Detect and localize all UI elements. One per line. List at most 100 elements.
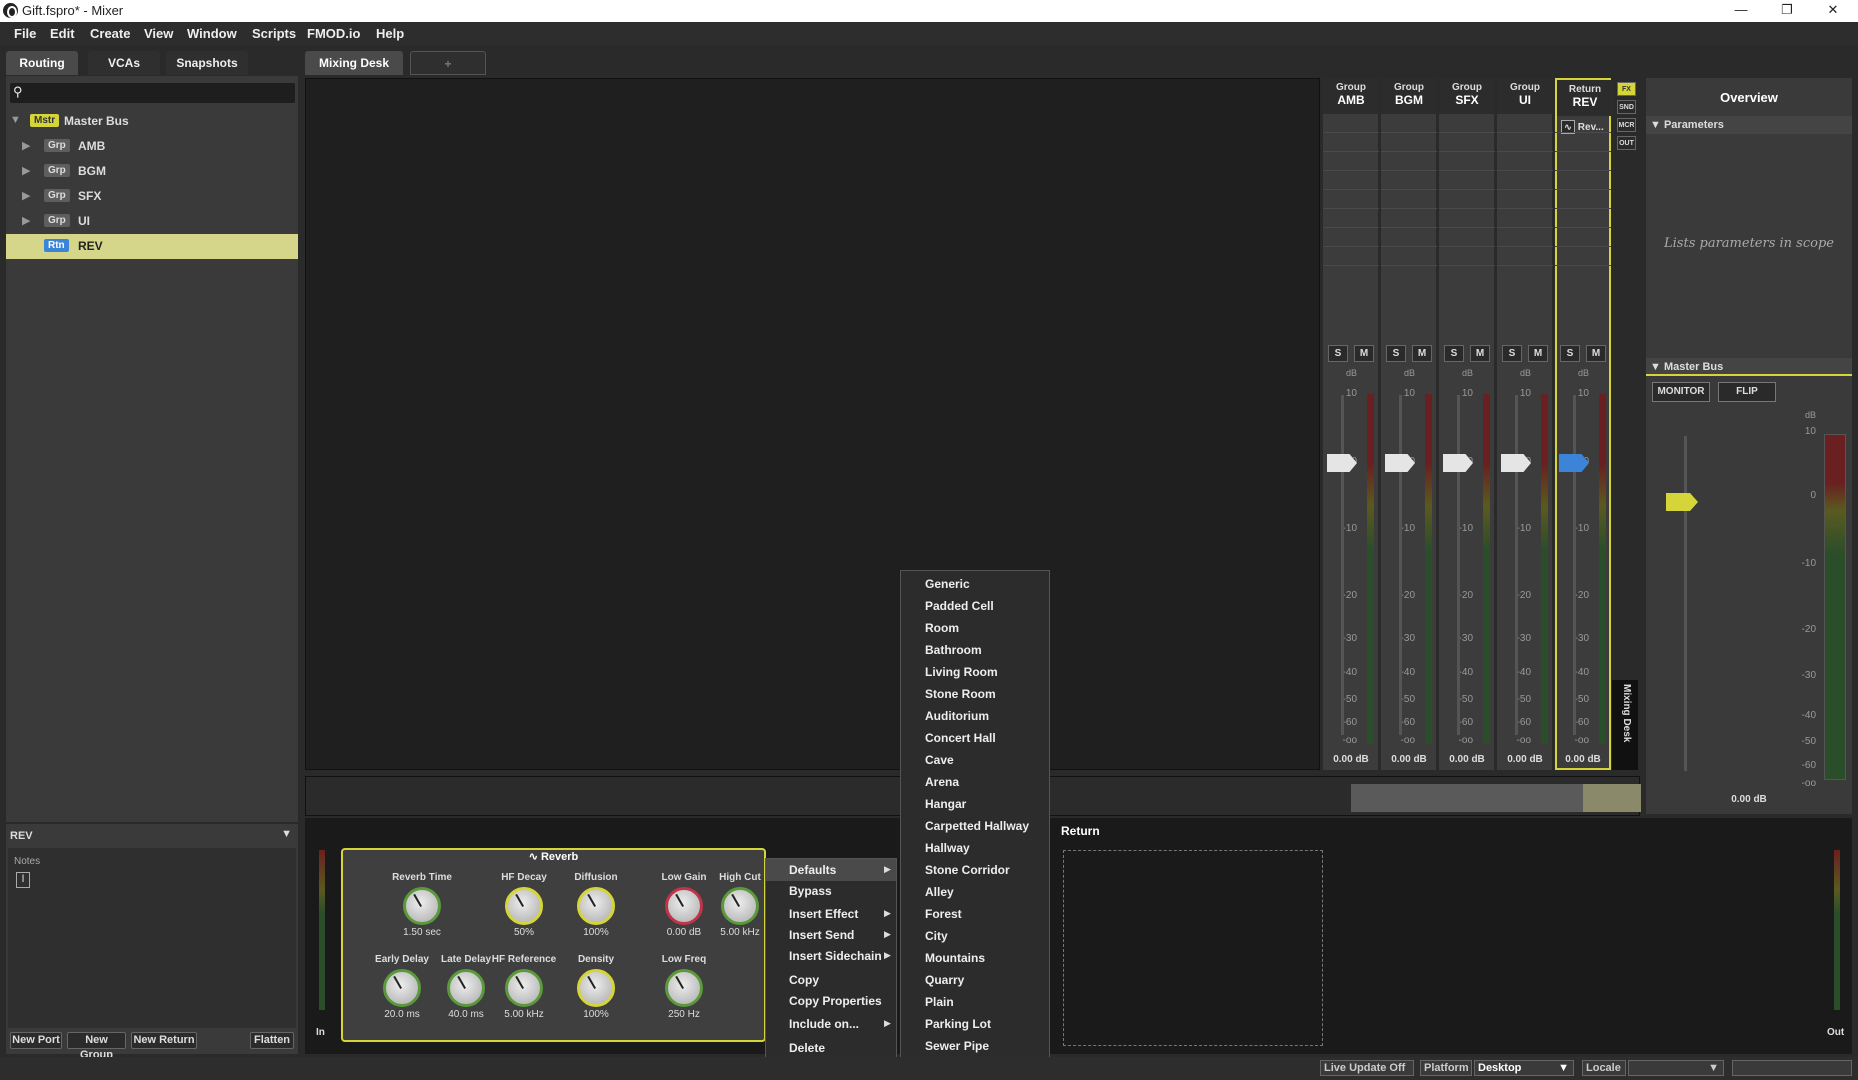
menu-fmodio[interactable]: FMOD.io [307,26,360,41]
preset-menu-item[interactable]: Cave [925,753,1045,767]
tree-row-ui[interactable]: ▶ Grp UI [6,209,298,234]
knob-dial[interactable] [665,969,703,1007]
new-group-button[interactable]: New Group [67,1032,126,1061]
monitor-button[interactable]: MONITOR [1652,382,1710,402]
minimize-icon[interactable]: — [1718,0,1764,22]
context-menu-item[interactable]: Copy [789,973,897,987]
fx-button[interactable]: FX [1617,82,1636,96]
preset-menu-item[interactable]: Sewer Pipe [925,1039,1045,1053]
menu-view[interactable]: View [144,26,173,41]
mixing-desk-canvas[interactable] [305,78,1320,770]
snd-button[interactable]: SND [1617,100,1636,114]
collapse-icon[interactable]: ▼ [281,828,292,840]
mcr-button[interactable]: MCR [1617,118,1636,132]
preset-menu-item[interactable]: Parking Lot [925,1017,1045,1031]
restore-icon[interactable]: ❐ [1764,0,1810,22]
menu-scripts[interactable]: Scripts [252,26,296,41]
solo-button[interactable]: S [1502,345,1522,362]
preset-menu-item[interactable]: Room [925,621,1045,635]
knob-dial[interactable] [577,887,615,925]
tab-mixing-desk[interactable]: Mixing Desk [305,51,403,75]
menu-create[interactable]: Create [90,26,130,41]
master-bus-section[interactable]: ▼ Master Bus [1646,358,1852,376]
expand-arrow-icon[interactable]: ▼ [10,114,21,126]
platform-dropdown[interactable]: Desktop ▼ [1474,1060,1574,1076]
preset-menu-item[interactable]: Living Room [925,665,1045,679]
locale-dropdown[interactable]: ▼ [1628,1060,1724,1076]
mute-button[interactable]: M [1412,345,1432,362]
fader-track[interactable] [1341,395,1344,735]
reverb-effect-panel[interactable]: ∿ Reverb Reverb Time 1.50 sec HF Decay 50% D… [341,848,766,1042]
fader-track[interactable] [1457,395,1460,735]
close-icon[interactable]: ✕ [1810,0,1856,22]
knob-dial[interactable] [505,887,543,925]
preset-menu-item[interactable]: Stone Corridor [925,863,1045,877]
tab-snapshots[interactable]: Snapshots [166,51,248,75]
solo-button[interactable]: S [1328,345,1348,362]
solo-button[interactable]: S [1560,345,1580,362]
preset-menu-item[interactable]: Mountains [925,951,1045,965]
drop-zone[interactable] [1063,850,1323,1046]
tree-row-rev[interactable]: Rtn REV [6,234,298,259]
menu-window[interactable]: Window [187,26,237,41]
preset-menu-item[interactable]: Padded Cell [925,599,1045,613]
solo-button[interactable]: S [1386,345,1406,362]
expand-arrow-icon[interactable]: ▶ [22,164,30,177]
notes-area[interactable]: Notes I [8,848,296,1028]
master-fader-track[interactable] [1684,436,1687,771]
preset-menu-item[interactable]: Carpetted Hallway [925,819,1045,833]
solo-button[interactable]: S [1444,345,1464,362]
preset-menu-item[interactable]: Stone Room [925,687,1045,701]
menu-edit[interactable]: Edit [50,26,75,41]
preset-menu-item[interactable]: Generic [925,577,1045,591]
preset-menu-item[interactable]: Auditorium [925,709,1045,723]
tab-vcas[interactable]: VCAs [88,51,160,75]
out-button[interactable]: OUT [1617,136,1636,150]
preset-menu-item[interactable]: Hangar [925,797,1045,811]
fader-track[interactable] [1399,395,1402,735]
context-menu-item[interactable]: Insert Send [789,928,897,942]
mute-button[interactable]: M [1528,345,1548,362]
tree-row-amb[interactable]: ▶ Grp AMB [6,134,298,159]
tree-row-bgm[interactable]: ▶ Grp BGM [6,159,298,184]
tab-routing[interactable]: Routing [6,51,78,75]
knob-dial[interactable] [447,969,485,1007]
strip-header[interactable]: Group SFX [1439,78,1495,114]
strip-header[interactable]: Group BGM [1381,78,1437,114]
preset-menu-item[interactable]: Alley [925,885,1045,899]
expand-arrow-icon[interactable]: ▶ [22,189,30,202]
parameters-section[interactable]: ▼ Parameters [1646,116,1852,134]
preset-menu-item[interactable]: Forest [925,907,1045,921]
strip-header[interactable]: Return REV [1557,80,1613,116]
new-port-button[interactable]: New Port [10,1032,62,1049]
mute-button[interactable]: M [1586,345,1606,362]
knob-dial[interactable] [665,887,703,925]
strip-header[interactable]: Group AMB [1323,78,1379,114]
menu-file[interactable]: File [14,26,36,41]
new-return-button[interactable]: New Return [131,1032,197,1049]
preset-menu-item[interactable]: City [925,929,1045,943]
live-update-toggle[interactable]: Live Update Off [1320,1060,1414,1076]
tree-row-sfx[interactable]: ▶ Grp SFX [6,184,298,209]
routing-search-input[interactable]: ⚲ [10,83,295,103]
knob-dial[interactable] [721,887,759,925]
knob-dial[interactable] [403,887,441,925]
add-tab-button[interactable]: + [410,51,486,75]
context-menu-item[interactable]: Insert Sidechain [789,949,897,963]
menu-help[interactable]: Help [376,26,404,41]
preset-menu-item[interactable]: Arena [925,775,1045,789]
context-menu-item[interactable]: Defaults [789,863,897,877]
fader-track[interactable] [1573,395,1576,735]
knob-dial[interactable] [505,969,543,1007]
preset-menu-item[interactable]: Quarry [925,973,1045,987]
mixing-desk-side-tab[interactable]: Mixing Desk [1612,680,1638,770]
preset-menu-item[interactable]: Bathroom [925,643,1045,657]
flatten-button[interactable]: Flatten [250,1032,294,1049]
mute-button[interactable]: M [1470,345,1490,362]
knob-dial[interactable] [577,969,615,1007]
context-menu-item[interactable]: Delete [789,1041,897,1055]
fader-track[interactable] [1515,395,1518,735]
tree-row-master[interactable]: ▼ Mstr Master Bus [6,109,298,134]
context-menu-item[interactable]: Copy Properties [789,994,897,1008]
preset-menu-item[interactable]: Concert Hall [925,731,1045,745]
